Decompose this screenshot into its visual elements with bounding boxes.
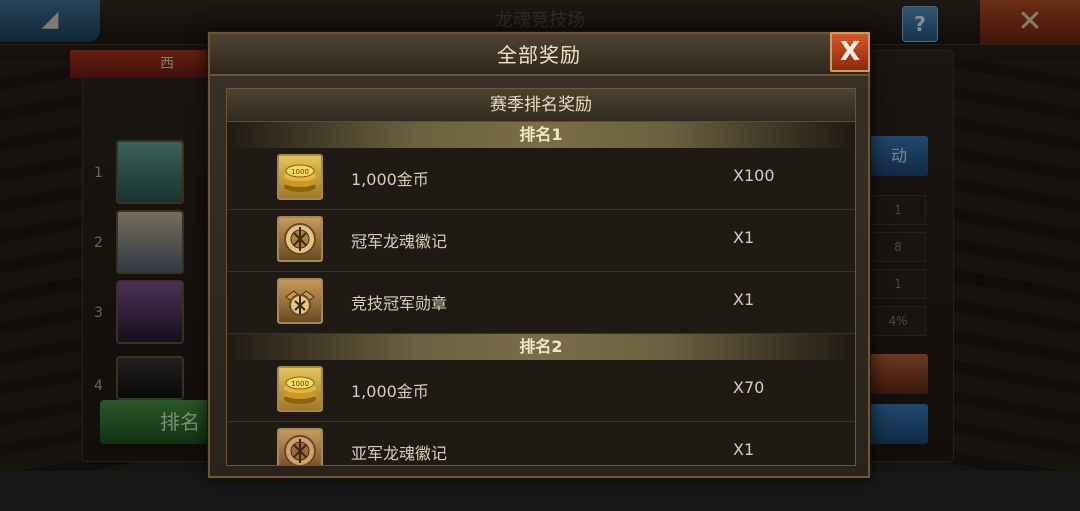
item-name: 竞技冠军勋章 [351, 294, 448, 313]
runner-up-emblem-icon[interactable] [277, 428, 323, 465]
rank-header: 排名1 [227, 122, 855, 148]
reward-row: 亚军龙魂徽记 X1 [227, 422, 855, 465]
champion-emblem-icon[interactable] [277, 216, 323, 262]
section-title: 赛季排名奖励 [227, 89, 855, 122]
svg-text:1000: 1000 [291, 168, 309, 176]
item-name: 亚军龙魂徽记 [351, 444, 448, 463]
reward-row: 1000 1,000金币 X100 [227, 148, 855, 210]
item-name: 1,000金币 [351, 382, 429, 401]
gold-coins-icon[interactable]: 1000 [277, 154, 323, 200]
item-name: 冠军龙魂徽记 [351, 232, 448, 251]
item-quantity: X1 [733, 440, 755, 459]
gold-coins-icon[interactable]: 1000 [277, 366, 323, 412]
reward-row: 冠军龙魂徽记 X1 [227, 210, 855, 272]
dialog-title: 全部奖励 [497, 43, 581, 67]
svg-text:1000: 1000 [291, 380, 309, 388]
reward-row: 1000 1,000金币 X70 [227, 360, 855, 422]
rank-header: 排名2 [227, 334, 855, 360]
reward-row: 竞技冠军勋章 X1 [227, 272, 855, 334]
rewards-panel: 赛季排名奖励 排名1 1000 1,000金币 X100 冠军龙魂徽记 X1 竞… [226, 88, 856, 466]
champion-medal-icon[interactable] [277, 278, 323, 324]
close-icon: X [839, 37, 861, 67]
all-rewards-dialog: 全部奖励 X 赛季排名奖励 排名1 1000 1,000金币 X100 冠军龙魂… [208, 32, 870, 478]
item-quantity: X70 [733, 378, 765, 397]
item-quantity: X100 [733, 166, 775, 185]
item-quantity: X1 [733, 228, 755, 247]
item-quantity: X1 [733, 290, 755, 309]
item-name: 1,000金币 [351, 170, 429, 189]
rewards-list[interactable]: 排名1 1000 1,000金币 X100 冠军龙魂徽记 X1 竞技冠军勋章 X… [227, 122, 855, 465]
dialog-header: 全部奖励 [210, 34, 868, 76]
close-button[interactable]: X [830, 32, 870, 72]
